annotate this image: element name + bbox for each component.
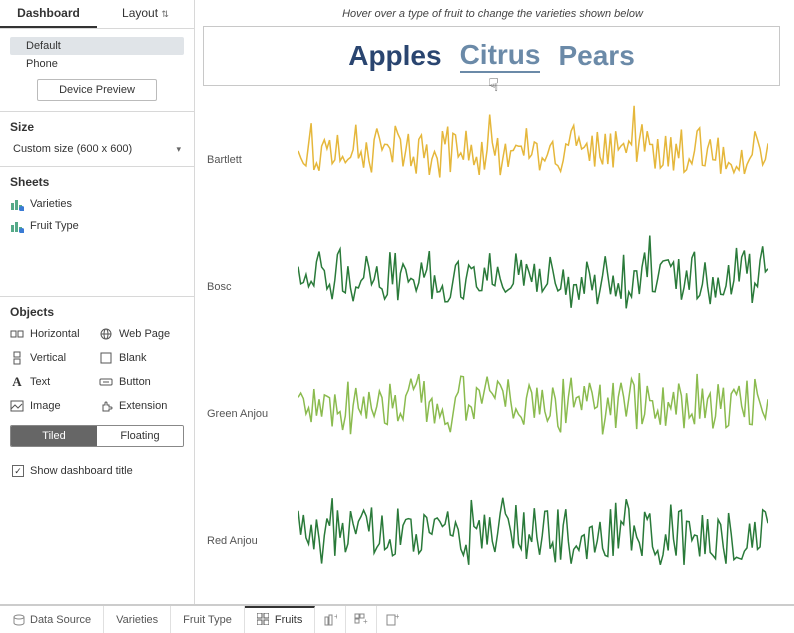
chart-label: Green Anjou — [203, 408, 298, 420]
chevron-icon: ⇅ — [161, 9, 169, 19]
device-default[interactable]: Default — [10, 37, 184, 55]
size-value: Custom size (600 x 600) — [13, 143, 132, 155]
tab-dashboard[interactable]: Dashboard — [0, 0, 97, 28]
sheet-fruit-type[interactable]: Fruit Type — [10, 217, 184, 235]
sidebar: Dashboard Layout ⇅ Default Phone Device … — [0, 0, 195, 604]
tab-layout[interactable]: Layout ⇅ — [97, 0, 194, 28]
horizontal-icon — [10, 327, 24, 341]
object-button[interactable]: Button — [99, 373, 184, 391]
tab-data-source[interactable]: Data Source — [0, 606, 104, 633]
device-phone[interactable]: Phone — [10, 55, 184, 73]
chart-row: Green Anjou — [203, 350, 782, 477]
varieties-chart: Bartlett Bosc Green Anjou Red Anjou — [203, 96, 782, 604]
bottom-tab-bar: Data Source Varieties Fruit Type Fruits … — [0, 605, 794, 633]
objects-title: Objects — [10, 305, 184, 319]
floating-button[interactable]: Floating — [97, 426, 183, 446]
tab-varieties[interactable]: Varieties — [104, 606, 171, 633]
tab-fruits[interactable]: Fruits — [245, 606, 316, 633]
filter-pears[interactable]: Pears — [558, 40, 634, 72]
text-icon: A — [10, 375, 24, 389]
svg-text:+: + — [363, 617, 368, 626]
chart-row: Bosc — [203, 223, 782, 350]
tiled-button[interactable]: Tiled — [11, 426, 97, 446]
show-title-checkbox[interactable]: ✓ — [12, 465, 24, 477]
vertical-icon — [10, 351, 24, 365]
hint-text: Hover over a type of fruit to change the… — [203, 8, 782, 20]
data-source-icon — [12, 613, 26, 627]
object-vertical[interactable]: Vertical — [10, 349, 95, 367]
fruit-type-filter: Apples Citrus Pears — [203, 26, 780, 86]
new-dashboard-button[interactable]: + — [346, 606, 377, 633]
grid-icon — [257, 613, 271, 627]
filter-citrus[interactable]: Citrus — [460, 39, 541, 73]
filter-apples[interactable]: Apples — [348, 40, 441, 72]
sheet-label: Varieties — [30, 198, 72, 210]
device-section: Default Phone Device Preview — [0, 29, 194, 112]
sheet-label: Fruit Type — [30, 220, 79, 232]
svg-text:+: + — [395, 613, 399, 621]
bar-chart-icon — [10, 197, 24, 211]
svg-text:+: + — [334, 613, 337, 621]
button-icon — [99, 375, 113, 389]
extension-icon — [99, 399, 113, 413]
new-sheet-icon: + — [323, 613, 337, 627]
sheets-title: Sheets — [10, 175, 184, 189]
size-title: Size — [10, 120, 184, 134]
object-webpage[interactable]: Web Page — [99, 325, 184, 343]
sparkline[interactable] — [298, 223, 782, 350]
dashboard-canvas: Hover over a type of fruit to change the… — [195, 0, 794, 604]
new-worksheet-button[interactable]: + — [315, 606, 346, 633]
chart-row: Bartlett — [203, 96, 782, 223]
object-horizontal[interactable]: Horizontal — [10, 325, 95, 343]
object-extension[interactable]: Extension — [99, 397, 184, 415]
size-dropdown[interactable]: Custom size (600 x 600) ▾ — [10, 140, 184, 158]
new-story-icon: + — [385, 613, 399, 627]
chart-label: Red Anjou — [203, 535, 298, 547]
sidebar-tabs: Dashboard Layout ⇅ — [0, 0, 194, 29]
sparkline[interactable] — [298, 96, 782, 223]
object-blank[interactable]: Blank — [99, 349, 184, 367]
show-title-row: ✓ Show dashboard title — [0, 455, 194, 487]
chart-label: Bartlett — [203, 154, 298, 166]
chart-label: Bosc — [203, 281, 298, 293]
new-dashboard-icon: + — [354, 613, 368, 627]
sparkline[interactable] — [298, 350, 782, 477]
tile-float-toggle: Tiled Floating — [10, 425, 184, 447]
device-preview-button[interactable]: Device Preview — [37, 79, 157, 101]
tab-fruit-type[interactable]: Fruit Type — [171, 606, 245, 633]
chart-row: Red Anjou — [203, 477, 782, 604]
image-icon — [10, 399, 24, 413]
sparkline[interactable] — [298, 477, 782, 604]
chevron-down-icon: ▾ — [176, 144, 181, 155]
object-image[interactable]: Image — [10, 397, 95, 415]
size-section: Size Custom size (600 x 600) ▾ — [0, 112, 194, 167]
globe-icon — [99, 327, 113, 341]
sheets-section: Sheets Varieties Fruit Type — [0, 167, 194, 297]
new-story-button[interactable]: + — [377, 606, 407, 633]
sheet-varieties[interactable]: Varieties — [10, 195, 184, 213]
blank-icon — [99, 351, 113, 365]
object-text[interactable]: AText — [10, 373, 95, 391]
bar-chart-icon — [10, 219, 24, 233]
objects-section: Objects Horizontal Web Page Vertical Bla… — [0, 297, 194, 455]
show-title-label: Show dashboard title — [30, 465, 133, 477]
